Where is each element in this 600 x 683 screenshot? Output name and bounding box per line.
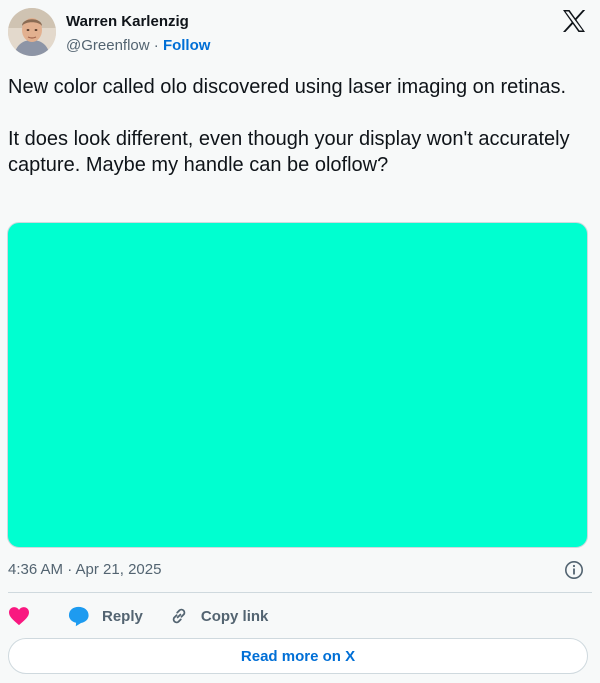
speech-bubble-icon: [68, 606, 89, 626]
info-icon[interactable]: [564, 560, 584, 580]
link-icon: [172, 608, 186, 624]
avatar[interactable]: [8, 8, 56, 56]
media-image[interactable]: [7, 222, 588, 548]
heart-icon: [9, 607, 29, 626]
author-name[interactable]: Warren Karlenzig: [66, 12, 189, 32]
handle-separator: ·: [149, 37, 163, 54]
reply-label: Reply: [102, 607, 143, 625]
tweet-paragraph: It does look different, even though your…: [8, 128, 570, 176]
tweet-text: New color called olo discovered using la…: [8, 74, 578, 178]
tweet-paragraph: New color called olo discovered using la…: [8, 76, 567, 98]
follow-button[interactable]: Follow: [163, 37, 211, 54]
tweet-embed: Warren Karlenzig @Greenflow · Follow New…: [0, 0, 600, 683]
x-logo-icon[interactable]: [562, 10, 586, 32]
author-handle-row: @Greenflow · Follow: [66, 36, 210, 56]
copy-link-label: Copy link: [200, 607, 269, 625]
copy-link-button[interactable]: Copy link: [169, 606, 269, 626]
reply-button[interactable]: Reply: [68, 606, 143, 627]
tweet-timestamp[interactable]: 4:36 AM · Apr 21, 2025: [8, 560, 161, 580]
read-more-button[interactable]: Read more on X: [8, 638, 588, 674]
like-button[interactable]: [8, 606, 30, 626]
author-handle[interactable]: @Greenflow: [66, 37, 150, 54]
avatar-portrait-image: [8, 8, 56, 56]
action-bar: Reply Copy link: [8, 602, 268, 630]
divider: [8, 592, 592, 593]
